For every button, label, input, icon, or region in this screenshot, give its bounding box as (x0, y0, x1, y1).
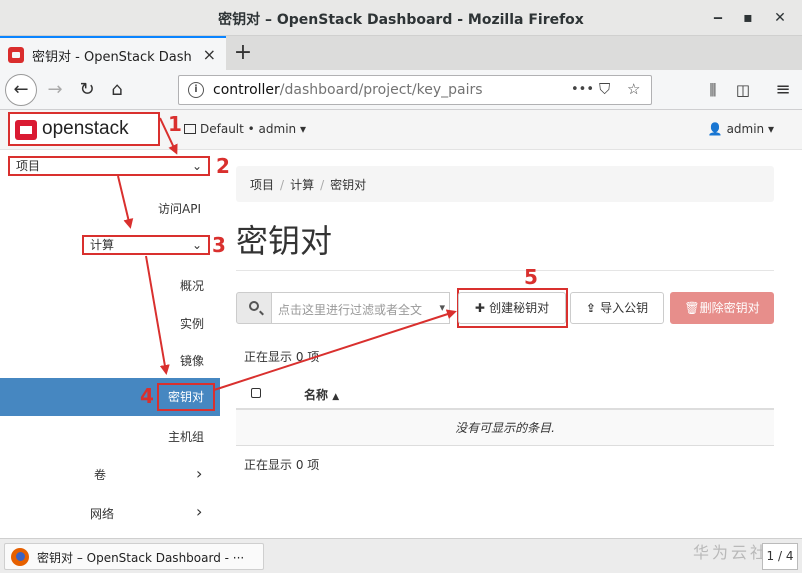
delete-key-pairs-button[interactable]: 🗑删除密钥对 (670, 292, 774, 324)
home-icon[interactable]: ⌂ (104, 78, 130, 102)
minimize-icon[interactable]: ‒ (708, 8, 728, 28)
sidebar-item-overview[interactable]: 概况 (180, 277, 204, 294)
url-text[interactable]: controller/dashboard/project/key_pairs (213, 82, 483, 98)
table-header: 名称 ▲ (236, 376, 774, 410)
import-public-key-label: 导入公钥 (600, 301, 649, 315)
browser-tab[interactable]: 密钥对 - OpenStack Dash × (0, 36, 226, 70)
sidebar-item-host-groups[interactable]: 主机组 (168, 428, 204, 445)
import-public-key-button[interactable]: ⇪ 导入公钥 (570, 292, 664, 324)
caret-down-icon[interactable]: ▾ (439, 301, 445, 314)
taskbar-firefox-item[interactable]: 密钥对 – OpenStack Dashboard - ··· (4, 543, 264, 570)
breadcrumb-key-pairs: 密钥对 (330, 178, 367, 192)
sidebar-item-images[interactable]: 镜像 (180, 352, 204, 369)
sidebar-item-network[interactable]: 网络 (90, 505, 114, 522)
sidebar-toggle-icon[interactable]: ◫ (730, 78, 756, 102)
user-icon: 👤 (707, 122, 727, 136)
plus-icon: ✚ (474, 301, 490, 315)
column-name-label: 名称 (304, 388, 329, 402)
select-all-checkbox[interactable] (251, 388, 261, 398)
bookmark-star-icon[interactable]: ☆ (627, 80, 640, 98)
create-key-pair-label: 创建秘钥对 (489, 301, 550, 315)
sidebar-item-volumes[interactable]: 卷 (94, 466, 106, 483)
firefox-icon (11, 548, 29, 566)
annotation-5: 5 (524, 265, 538, 289)
tab-title: 密钥对 - OpenStack Dash (32, 50, 192, 65)
delete-key-pairs-label: 删除密钥对 (699, 301, 760, 315)
chevron-right-icon[interactable]: › (196, 502, 202, 521)
item-count-bottom: 正在显示 0 项 (244, 458, 320, 472)
taskbar-item-title: 密钥对 – OpenStack Dashboard - ··· (37, 551, 245, 565)
url-host: controller (213, 82, 280, 98)
maximize-icon[interactable]: ▪ (738, 8, 758, 28)
reload-icon[interactable]: ↻ (74, 78, 100, 102)
window-title: 密钥对 – OpenStack Dashboard - Mozilla Fire… (218, 12, 584, 28)
sidebar-compute-label: 计算 (90, 238, 115, 252)
column-header-name[interactable]: 名称 ▲ (304, 386, 339, 403)
filter-search-button[interactable] (236, 292, 272, 324)
table-empty-row: 没有可显示的条目. (236, 410, 774, 446)
forward-arrow-icon[interactable]: → (42, 78, 68, 102)
filter-input[interactable]: 点击这里进行过滤或者全文 ▾ (272, 292, 450, 324)
project-selector-label: Default • admin ▾ (200, 122, 306, 136)
url-bar[interactable]: i controller/dashboard/project/key_pairs… (178, 75, 652, 105)
sidebar: 项目 ⌄ 访问API 计算 ⌄ 概况 实例 镜像 密钥对 主机组 卷 › 网络 … (0, 150, 220, 538)
upload-icon: ⇪ (585, 301, 601, 315)
sidebar-item-api-access[interactable]: 访问API (158, 200, 201, 217)
sidebar-item-key-pairs[interactable]: 密钥对 (157, 383, 215, 411)
tab-close-icon[interactable]: × (203, 45, 216, 64)
hamburger-menu-icon[interactable]: ≡ (770, 78, 796, 102)
create-key-pair-button[interactable]: ✚ 创建秘钥对 (458, 292, 566, 324)
window-titlebar: 密钥对 – OpenStack Dashboard - Mozilla Fire… (0, 0, 802, 36)
item-count-top: 正在显示 0 项 (244, 350, 320, 364)
sidebar-item-instances[interactable]: 实例 (180, 315, 204, 332)
breadcrumb-project[interactable]: 项目 (250, 178, 274, 192)
new-tab-icon[interactable]: + (232, 40, 254, 65)
user-menu[interactable]: 👤 admin ▾ (708, 122, 774, 136)
filter-placeholder: 点击这里进行过滤或者全文 (278, 303, 423, 317)
chevron-right-icon[interactable]: › (196, 464, 202, 483)
pocket-icon[interactable]: ⛉ (599, 80, 610, 98)
trash-icon: 🗑 (684, 301, 700, 315)
back-arrow-icon[interactable]: ← (5, 74, 37, 106)
logo-text: openstack (42, 118, 129, 139)
dashboard-header: openstack Default • admin ▾ 👤 admin ▾ (0, 110, 802, 150)
sidebar-compute-dropdown[interactable]: 计算 ⌄ (82, 235, 210, 255)
breadcrumb-compute[interactable]: 计算 (290, 178, 314, 192)
taskbar: 密钥对 – OpenStack Dashboard - ··· 华为云社区 1 … (0, 538, 802, 573)
nav-bar: ← → ↻ ⌂ i controller/dashboard/project/k… (0, 70, 802, 110)
page-actions-icon[interactable]: ••• (571, 82, 594, 97)
openstack-logo[interactable]: openstack (8, 112, 160, 146)
url-path: /dashboard/project/key_pairs (279, 82, 483, 98)
breadcrumb-separator: / (280, 178, 285, 192)
title-divider (236, 270, 774, 271)
page-title: 密钥对 (236, 222, 333, 260)
sidebar-project-label: 项目 (16, 159, 41, 173)
info-icon[interactable]: i (188, 82, 204, 98)
breadcrumb-separator: / (320, 178, 325, 192)
annotation-4: 4 (140, 384, 154, 408)
annotation-3: 3 (212, 233, 226, 257)
tab-strip: 密钥对 - OpenStack Dash × + (0, 36, 802, 70)
openstack-logo-icon (15, 120, 37, 140)
workspace-pager[interactable]: 1 / 4 (762, 543, 798, 570)
project-selector[interactable]: Default • admin ▾ (184, 122, 306, 136)
main-content: 项目 / 计算 / 密钥对 密钥对 点击这里进行过滤或者全文 ▾ ✚ 创建秘钥对 ⇪ 导入… (220, 150, 802, 538)
library-icon[interactable]: ⫼ (700, 78, 726, 102)
sort-asc-icon: ▲ (332, 392, 340, 402)
search-icon (249, 301, 259, 311)
chevron-down-icon: ⌄ (191, 159, 202, 173)
close-window-icon[interactable]: ✕ (770, 8, 790, 28)
user-menu-label: admin ▾ (726, 122, 774, 136)
project-box-icon (184, 124, 196, 134)
chevron-down-icon: ⌄ (191, 238, 202, 252)
openstack-favicon-icon (8, 47, 24, 63)
sidebar-project-dropdown[interactable]: 项目 ⌄ (8, 156, 210, 176)
annotation-2: 2 (216, 154, 230, 178)
annotation-1: 1 (168, 112, 182, 136)
page-viewport: openstack Default • admin ▾ 👤 admin ▾ 项目… (0, 110, 802, 538)
breadcrumb: 项目 / 计算 / 密钥对 (236, 166, 774, 202)
